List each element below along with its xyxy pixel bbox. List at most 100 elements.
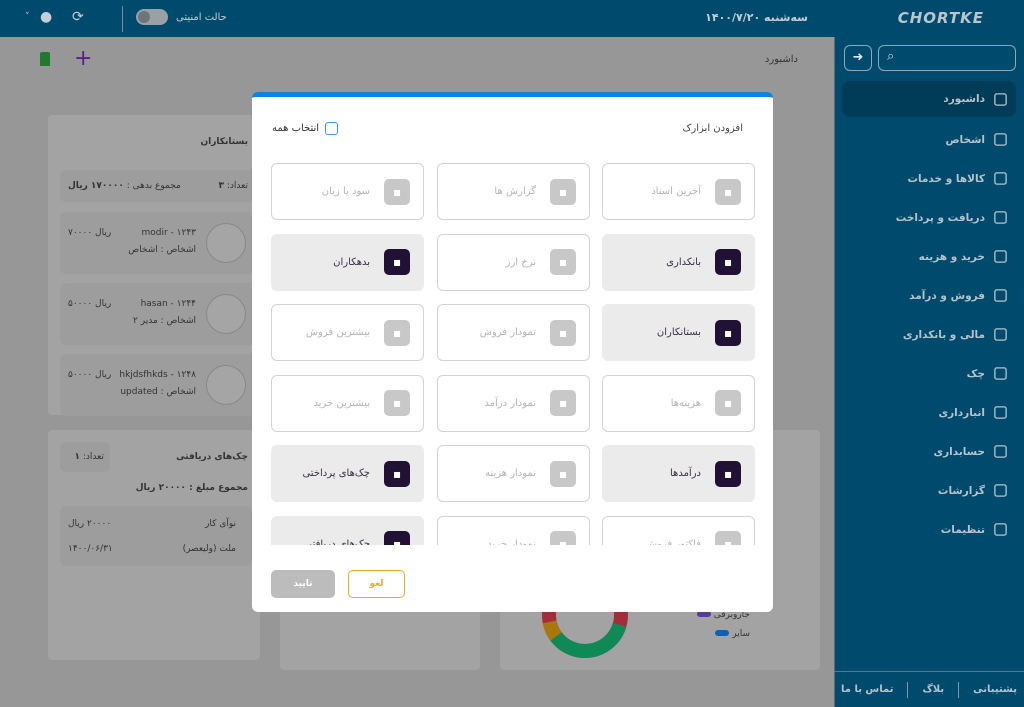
received-checks-widget: چک‌های دریافتی تعداد: ۱ مجموع مبلغ : ۲۰۰… <box>48 430 260 660</box>
check-row[interactable]: نوآی کار ۲۰۰۰۰ ریال ملت (ولیعصر) ۱۴۰۰/۰۶… <box>60 506 252 566</box>
widget-tile[interactable]: ▪ آخرین اسناد <box>602 163 755 220</box>
widget-tile[interactable]: ▪ بانکداری <box>602 233 755 291</box>
select-all-checkbox[interactable] <box>325 122 339 135</box>
creditor-name: hasan - ۱۲۴۴ <box>140 299 196 309</box>
widget-tile[interactable]: ▪ بیشترین فروش <box>271 304 424 361</box>
creditor-type: اشخاص : مدیر ۲ <box>133 316 196 326</box>
sidebar-item[interactable]: تنظیمات <box>842 510 1016 549</box>
bookmark-icon[interactable] <box>40 52 50 66</box>
safe-mode-label: حالت امنیتی <box>176 11 227 23</box>
invoice-icon: ▪ <box>715 531 741 545</box>
user-icon[interactable]: ● <box>40 9 52 25</box>
sidebar-item-label: فروش و درآمد <box>909 289 985 302</box>
tile-label: سود یا زیان <box>321 186 370 197</box>
count: ۳ <box>218 181 225 191</box>
creditor-row[interactable]: hkjdsfhkds - ۱۲۴۸ ریال ۵۰۰۰۰ اشخاص : upd… <box>60 354 256 416</box>
total: ۱۷۰۰۰۰ ریال <box>68 181 124 191</box>
legend-label: سایر <box>732 629 750 639</box>
sidebar-item[interactable]: دریافت و پرداخت <box>842 198 1016 237</box>
date: سه‌شنبه ۱۴۰۰/۷/۲۰ <box>705 11 808 24</box>
tile-label: نمودار فروش <box>479 327 536 338</box>
creditors-widget: بستانکاران تعداد: ۳ مجموع بدهی : ۱۷۰۰۰۰ … <box>48 115 260 416</box>
widget-grid[interactable]: ▪ آخرین اسناد ▪ گزارش ها ▪ سود یا زیان ▪ بانکدا… <box>271 163 755 545</box>
sidebar-item[interactable]: داشبورد <box>842 81 1016 117</box>
widget-tile[interactable]: ▪ درآمدها <box>602 445 755 502</box>
confirm-button[interactable]: تایید <box>271 570 335 598</box>
trend-icon: ▪ <box>384 249 410 275</box>
widget-tile[interactable]: ▪ نرخ ارز <box>437 233 590 291</box>
dollar-down-icon: ▪ <box>384 390 410 416</box>
avatar <box>206 365 246 405</box>
logo[interactable]: CHORTKE <box>898 9 984 27</box>
widget-tile[interactable]: ▪ نمودار فروش <box>437 304 590 361</box>
support-link[interactable]: پشتیبانی <box>973 684 1017 695</box>
sidebar-item-label: گزارشات <box>937 484 985 497</box>
sidebar-item-label: انبارداری <box>938 406 985 419</box>
sidebar-item[interactable]: فروش و درآمد <box>842 276 1016 315</box>
sales-chart-icon: ▪ <box>550 319 576 346</box>
widget-tile[interactable]: ▪ بیشترین خرید <box>271 374 424 432</box>
sidebar-item-label: دریافت و پرداخت <box>895 211 985 224</box>
add-widget-icon[interactable]: + <box>74 46 92 71</box>
sidebar-menu: داشبورد اشخاص کالاها و خدمات دریافت و پرداخ… <box>842 81 1016 549</box>
sidebar-item[interactable]: اشخاص <box>842 120 1016 159</box>
file-upload-icon: ▪ <box>715 390 741 416</box>
calculator-icon <box>994 445 1007 458</box>
search-input[interactable]: ⌕ <box>878 45 1016 71</box>
percent-badge-icon: ▪ <box>550 249 576 275</box>
widget-tile[interactable]: ▪ چک‌های پرداختی <box>271 445 424 502</box>
warehouse-icon <box>994 406 1007 419</box>
divider <box>122 6 123 32</box>
add-widget-modal: افزودن ابزارک انتخاب همه ▪ آخرین اسناد ▪ گز… <box>252 92 773 612</box>
creditor-row[interactable]: modir - ۱۲۴۳ ریال ۷۰۰۰۰ اشخاص : اشخاص <box>60 212 256 274</box>
creditor-name: hkjdsfhkds - ۱۲۴۸ <box>119 370 196 380</box>
folder-icon: ▪ <box>715 178 741 205</box>
box-icon <box>994 172 1007 185</box>
legend-swatch <box>715 630 730 636</box>
total: مجموع مبلغ : ۲۰۰۰۰ ریال <box>135 483 248 493</box>
creditor-type: اشخاص : updated <box>120 387 196 397</box>
sidebar-item[interactable]: گزارشات <box>842 471 1016 510</box>
widget-tile[interactable]: ▪ نمودار خرید <box>437 515 590 545</box>
widget-tile[interactable]: ▪ نمودار هزینه <box>437 445 590 502</box>
creditor-amount: ریال ۵۰۰۰۰ <box>68 370 112 380</box>
breadcrumb: داشبورد <box>764 54 798 65</box>
sidebar-item[interactable]: انبارداری <box>842 393 1016 432</box>
tile-label: درآمدها <box>670 468 701 479</box>
sidebar-item[interactable]: کالاها و خدمات <box>842 159 1016 198</box>
widget-tile[interactable]: ▪ چک‌های دریافتی <box>271 515 424 545</box>
collapse-sidebar-button[interactable]: ➜ <box>844 45 872 71</box>
sidebar-item-label: اشخاص <box>945 133 985 146</box>
contact-link[interactable]: تماس با ما <box>841 684 893 695</box>
profit-loss-icon: ▪ <box>384 178 410 205</box>
count-label: تعداد: <box>82 452 104 462</box>
check-name: نوآی کار <box>205 519 236 529</box>
sidebar-item[interactable]: خرید و هزینه <box>842 237 1016 276</box>
widget-tile[interactable]: ▪ سود یا زیان <box>271 163 424 220</box>
safe-mode-toggle[interactable] <box>136 9 168 25</box>
widget-tile[interactable]: ▪ بستانکاران <box>602 304 755 361</box>
sidebar-footer: پشتیبانی بلاگ تماس با ما <box>834 671 1024 707</box>
widget-tile[interactable]: ▪ بدهکاران <box>271 233 424 291</box>
widget-tile[interactable]: ▪ نمودار درآمد <box>437 374 590 432</box>
refresh-icon[interactable]: ⟳ <box>72 9 84 25</box>
chevron-down-icon[interactable]: ˅ <box>25 12 30 22</box>
widget-tile[interactable]: ▪ هزینه‌ها <box>602 374 755 432</box>
count: ۱ <box>74 452 81 462</box>
creditor-row[interactable]: hasan - ۱۲۴۴ ریال ۵۰۰۰۰ اشخاص : مدیر ۲ <box>60 283 256 345</box>
safe-mode[interactable]: حالت امنیتی <box>136 9 227 25</box>
sidebar-item[interactable]: مالی و بانکداری <box>842 315 1016 354</box>
sidebar-item[interactable]: حسابداری <box>842 432 1016 471</box>
widget-tile[interactable]: ▪ فاکتور فروش <box>602 515 755 545</box>
sidebar-item[interactable]: چک <box>842 354 1016 393</box>
cancel-button[interactable]: لغو <box>348 570 405 598</box>
tile-label: بیشترین خرید <box>313 397 370 409</box>
select-all[interactable]: انتخاب همه <box>272 122 339 135</box>
check-bank: ملت (ولیعصر) <box>182 544 236 554</box>
sidebar-item-label: کالاها و خدمات <box>907 172 985 185</box>
cart-icon <box>994 250 1007 263</box>
blog-link[interactable]: بلاگ <box>923 684 945 695</box>
sidebar-item-label: داشبورد <box>943 93 985 105</box>
creditor-type: اشخاص : اشخاص <box>128 245 196 255</box>
widget-tile[interactable]: ▪ گزارش ها <box>437 163 590 220</box>
